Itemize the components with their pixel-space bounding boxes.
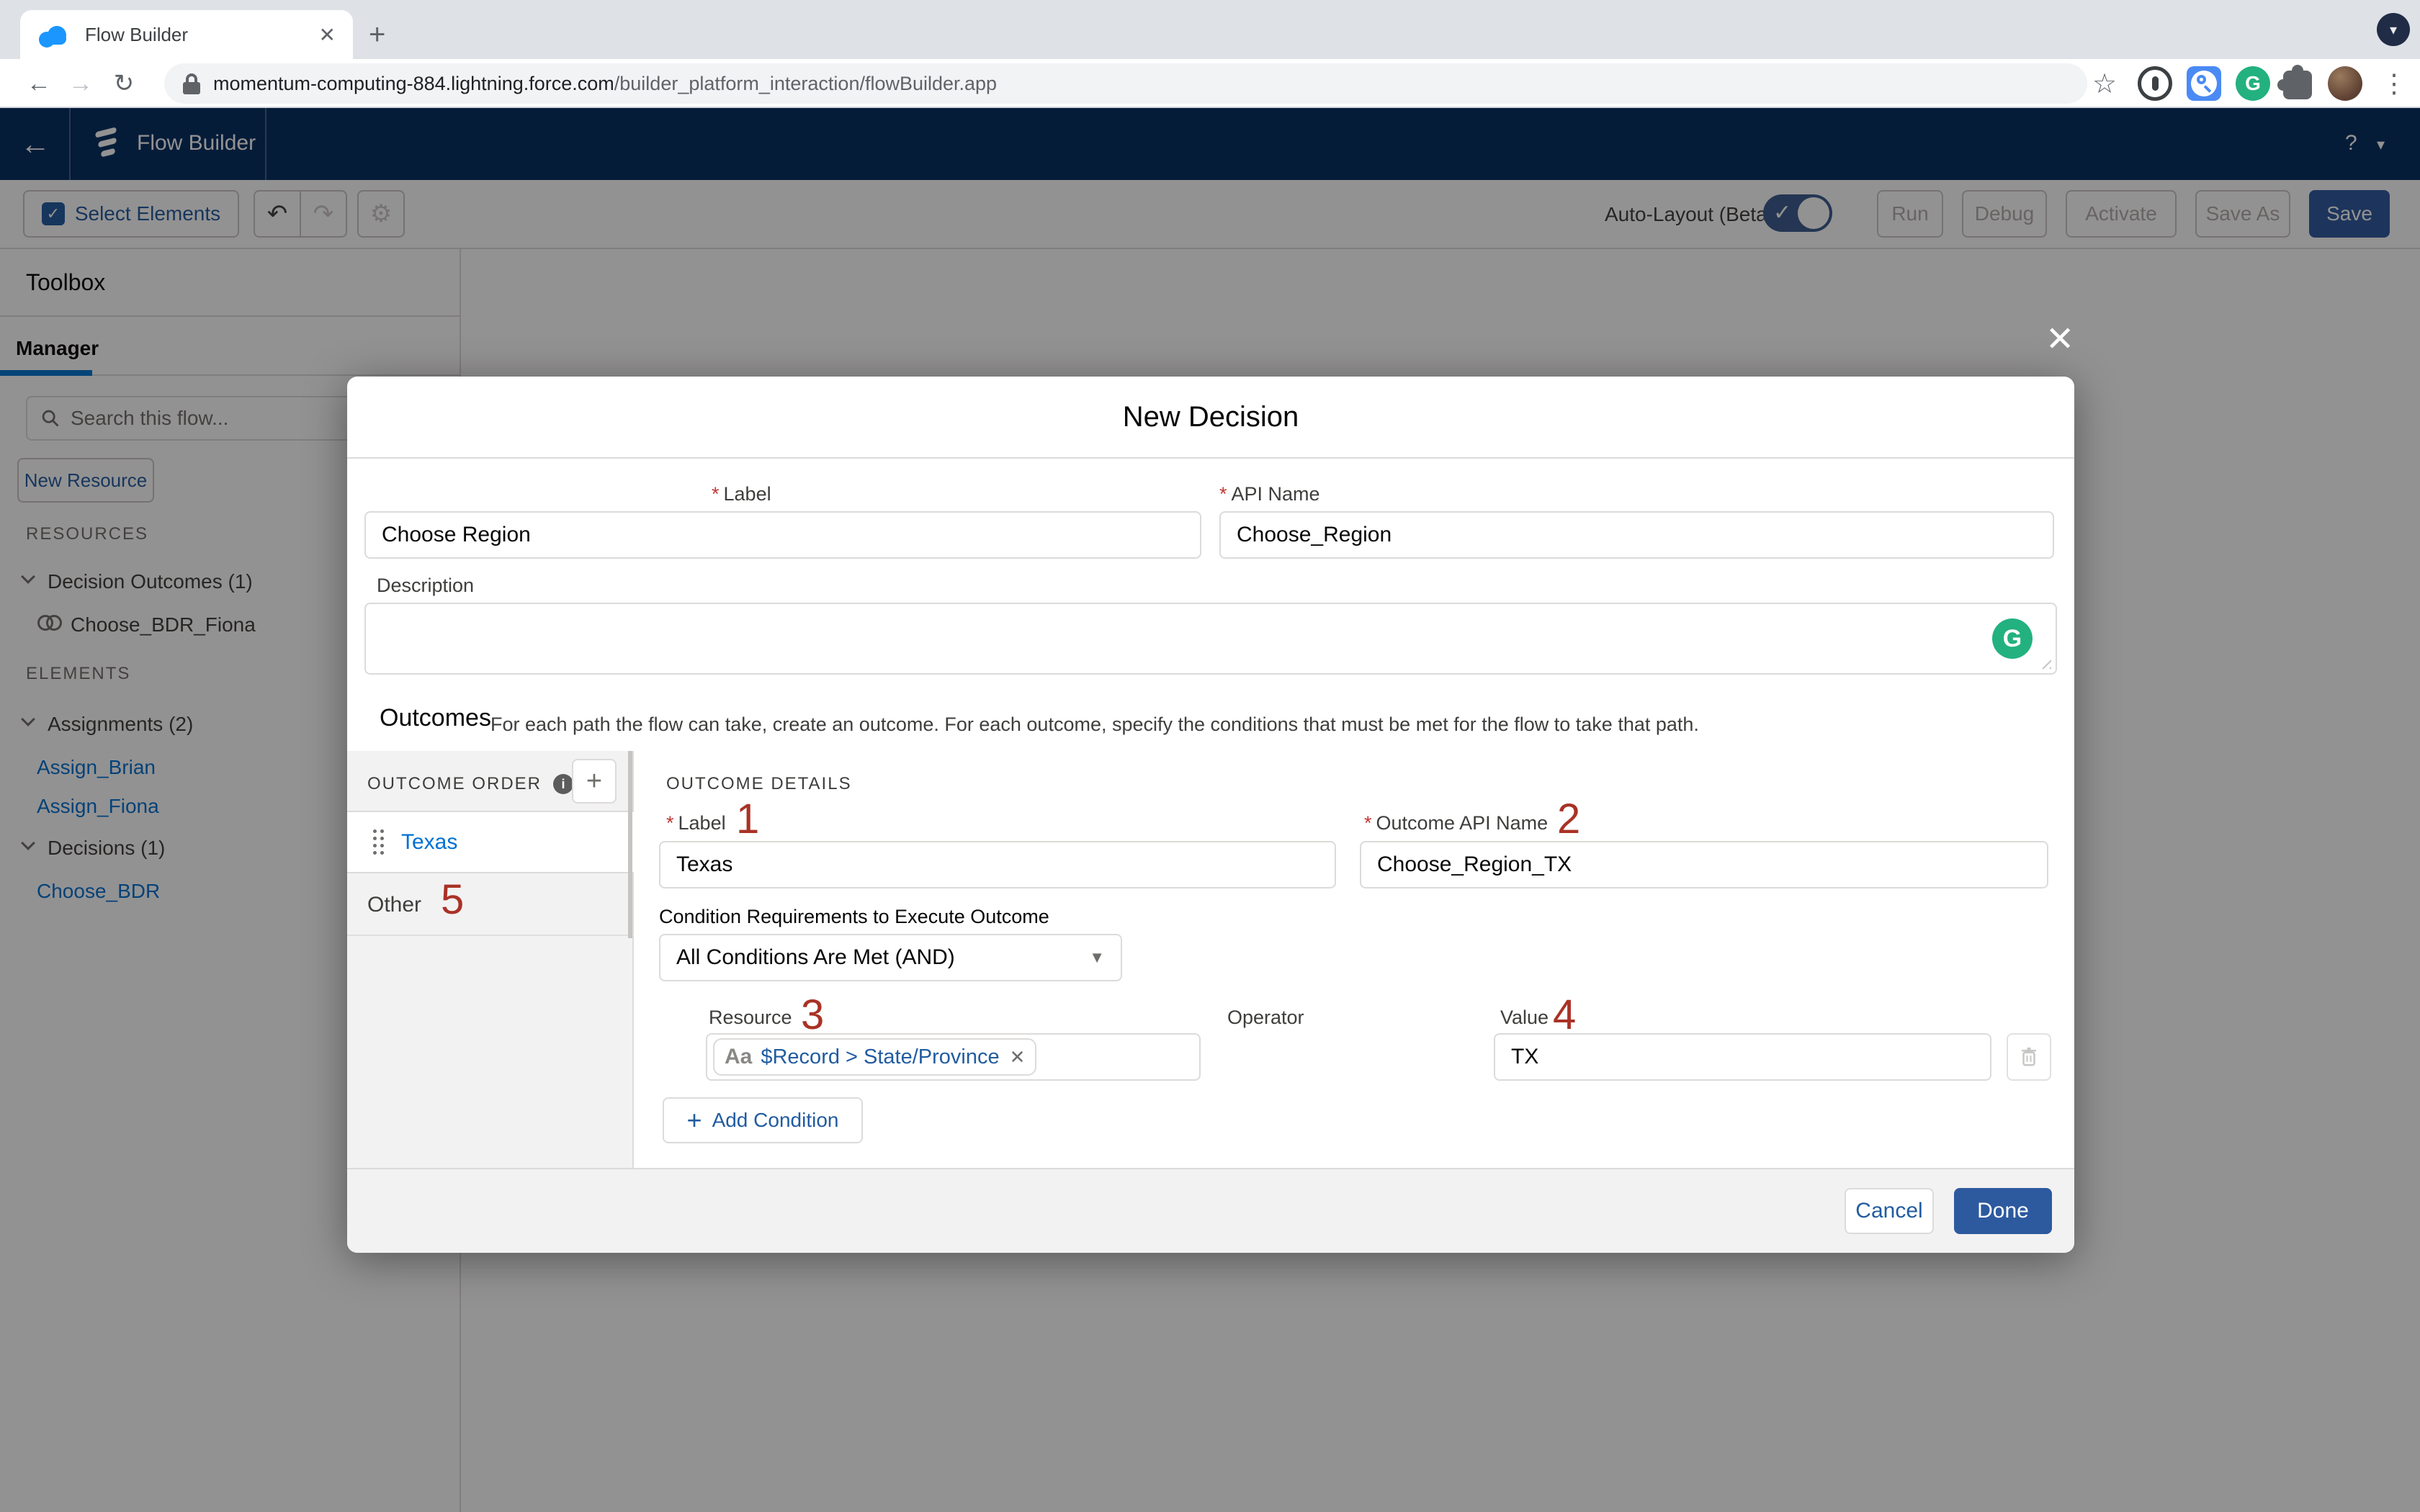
outcome-item-other[interactable]: Other [347, 875, 634, 936]
pill-remove-icon[interactable]: ✕ [1010, 1046, 1026, 1068]
modal-close-icon[interactable]: ✕ [2045, 323, 2074, 357]
delete-condition-button[interactable] [2007, 1033, 2051, 1081]
browser-url-row: ← → ↻ momentum-computing-884.lightning.f… [0, 59, 2420, 108]
annotation-5: 5 [441, 879, 464, 921]
outcome-label-input[interactable] [659, 841, 1336, 888]
outcome-details-header: OUTCOME DETAILS [666, 774, 852, 794]
cancel-button[interactable]: Cancel [1845, 1188, 1934, 1234]
add-outcome-button[interactable]: + [572, 759, 617, 804]
grammarly-extension-icon[interactable]: G [2236, 66, 2270, 101]
search-extension-icon[interactable] [2187, 66, 2221, 101]
api-name-input[interactable] [1219, 511, 2054, 559]
outcome-api-input[interactable] [1360, 841, 2048, 888]
resource-label: Resource [709, 1007, 792, 1029]
trash-icon [2020, 1046, 2038, 1068]
browser-tab[interactable]: Flow Builder ✕ [20, 10, 353, 59]
annotation-4: 4 [1553, 994, 1576, 1036]
url-text[interactable]: momentum-computing-884.lightning.force.c… [213, 73, 997, 95]
resize-handle-icon[interactable] [2037, 654, 2051, 669]
outcome-item-label[interactable]: Texas [401, 830, 457, 855]
outcome-item-texas[interactable]: Texas [347, 811, 634, 873]
browser-menu-icon[interactable]: ⋮ [2375, 65, 2413, 102]
screen: Flow Builder ✕ + ▾ ← → ↻ momentum-comput… [0, 0, 2420, 1512]
modal-title: New Decision [1123, 401, 1299, 433]
modal-header: New Decision [347, 377, 2074, 459]
reload-button[interactable]: ↻ [105, 65, 143, 102]
description-label: Description [377, 575, 474, 597]
outcome-label-field-label: *Label [666, 812, 726, 834]
label-field-label: *Label [712, 483, 771, 505]
extensions-puzzle-icon[interactable] [2283, 66, 2312, 99]
condition-requirements-label: Condition Requirements to Execute Outcom… [659, 906, 1049, 928]
new-tab-button[interactable]: + [369, 19, 385, 50]
resource-combobox[interactable]: Aa $Record > State/Province ✕ [706, 1033, 1201, 1081]
forward-button: → [62, 65, 99, 102]
add-condition-button[interactable]: + Add Condition [663, 1097, 863, 1143]
outcome-order-header: OUTCOME ORDER [367, 774, 542, 794]
user-avatar[interactable] [2328, 66, 2362, 101]
panel-scrollbar[interactable] [628, 751, 632, 938]
url-domain: momentum-computing-884.lightning.force.c… [213, 73, 614, 94]
outcomes-description: For each path the flow can take, create … [490, 714, 1787, 736]
url-path: /builder_platform_interaction/flowBuilde… [614, 73, 997, 94]
tab-close-icon[interactable]: ✕ [319, 23, 336, 47]
operator-label: Operator [1227, 1007, 1304, 1029]
salesforce-favicon-icon [37, 24, 69, 45]
annotation-3: 3 [801, 994, 824, 1036]
info-icon[interactable]: i [553, 774, 573, 794]
browser-tab-strip: Flow Builder ✕ + ▾ [0, 0, 2420, 59]
text-type-icon: Aa [725, 1045, 752, 1069]
dropdown-arrow-icon: ▼ [1089, 948, 1105, 967]
condition-requirements-select[interactable]: All Conditions Are Met (AND) ▼ [659, 934, 1122, 981]
outcome-order-panel: OUTCOME ORDER i + Texas Other [347, 751, 634, 1168]
grammarly-badge-icon[interactable]: G [1992, 618, 2033, 659]
description-textarea[interactable]: G [364, 603, 2057, 675]
password-extension-icon[interactable] [2138, 66, 2172, 101]
plus-icon: + [687, 1105, 702, 1135]
back-button[interactable]: ← [20, 65, 58, 102]
condition-value-input[interactable] [1494, 1033, 1991, 1081]
outcome-api-field-label: *Outcome API Name [1364, 812, 1548, 834]
drag-handle-icon[interactable] [373, 829, 384, 855]
outcomes-heading: Outcomes [380, 704, 491, 732]
browser-profile-button[interactable]: ▾ [2377, 13, 2410, 46]
lock-icon [183, 73, 200, 94]
resource-pill-label[interactable]: $Record > State/Province [761, 1045, 999, 1069]
tab-title: Flow Builder [85, 24, 319, 46]
value-label: Value [1500, 1007, 1549, 1029]
label-input[interactable] [364, 511, 1201, 559]
outcome-item-label[interactable]: Other [367, 893, 421, 917]
bookmark-star-icon[interactable]: ☆ [2086, 65, 2123, 102]
annotation-2: 2 [1557, 798, 1580, 840]
url-bar[interactable]: momentum-computing-884.lightning.force.c… [164, 63, 2087, 104]
annotation-1: 1 [736, 798, 759, 840]
resource-pill[interactable]: Aa $Record > State/Province ✕ [713, 1038, 1036, 1076]
done-button[interactable]: Done [1954, 1188, 2052, 1234]
modal-footer: Cancel Done [347, 1168, 2074, 1253]
new-decision-modal: New Decision *Label *API Name Descriptio… [347, 377, 2074, 1253]
api-name-field-label: *API Name [1219, 483, 1320, 505]
